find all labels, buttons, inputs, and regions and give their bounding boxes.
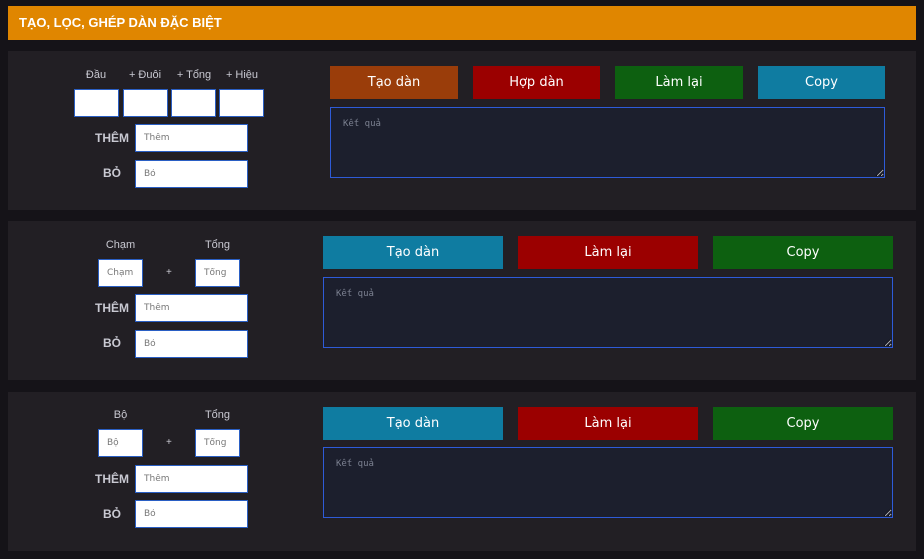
them-input[interactable]	[135, 465, 248, 493]
panel-bo-tong: Bộ Tổng + THÊM BỎ Tạo dàn Làm lại Copy	[8, 392, 916, 551]
duoi-input[interactable]	[123, 89, 168, 117]
label-cham: Chạm	[105, 239, 136, 251]
copy-button[interactable]: Copy	[713, 407, 893, 440]
lam-lai-button[interactable]: Làm lại	[518, 407, 698, 440]
hop-dan-button[interactable]: Hợp dàn	[473, 66, 600, 99]
label-duoi: + Đuôi	[128, 69, 162, 81]
bo-label: BỎ	[103, 166, 121, 180]
bo-input[interactable]	[135, 330, 248, 358]
label-bo: Bộ	[113, 409, 128, 421]
panel-cham-tong: Chạm Tổng + THÊM BỎ Tạo dàn Làm lại Copy	[8, 221, 916, 380]
plus-sign: +	[166, 437, 172, 448]
hieu-input[interactable]	[219, 89, 264, 117]
tong-input[interactable]	[171, 89, 216, 117]
them-label: THÊM	[95, 131, 129, 145]
bo-input[interactable]	[135, 500, 248, 528]
bo-set-input[interactable]	[98, 429, 143, 457]
bo-input[interactable]	[135, 160, 248, 188]
them-input[interactable]	[135, 294, 248, 322]
copy-button[interactable]: Copy	[758, 66, 885, 99]
panel-dau-duoi-tong-hieu: Đầu + Đuôi + Tổng + Hiệu THÊM BỎ Tạo dàn…	[8, 51, 916, 210]
plus-sign: +	[166, 267, 172, 278]
label-tong: + Tổng	[176, 69, 212, 81]
result-textarea[interactable]	[323, 447, 893, 518]
lam-lai-button[interactable]: Làm lại	[615, 66, 743, 99]
label-dau: Đầu	[85, 69, 107, 81]
dau-input[interactable]	[74, 89, 119, 117]
cham-input[interactable]	[98, 259, 143, 287]
tao-dan-button[interactable]: Tạo dàn	[323, 236, 503, 269]
tao-dan-button[interactable]: Tạo dàn	[323, 407, 503, 440]
label-tong: Tổng	[204, 239, 231, 251]
lam-lai-button[interactable]: Làm lại	[518, 236, 698, 269]
tao-dan-button[interactable]: Tạo dàn	[330, 66, 458, 99]
label-tong: Tổng	[204, 409, 231, 421]
result-textarea[interactable]	[323, 277, 893, 348]
page-title: TẠO, LỌC, GHÉP DÀN ĐẶC BIỆT	[8, 6, 916, 40]
label-hieu: + Hiệu	[225, 69, 259, 81]
them-label: THÊM	[95, 301, 129, 315]
copy-button[interactable]: Copy	[713, 236, 893, 269]
bo-label: BỎ	[103, 336, 121, 350]
bo-label: BỎ	[103, 507, 121, 521]
tong-input[interactable]	[195, 429, 240, 457]
them-input[interactable]	[135, 124, 248, 152]
result-textarea[interactable]	[330, 107, 885, 178]
them-label: THÊM	[95, 472, 129, 486]
tong-input[interactable]	[195, 259, 240, 287]
